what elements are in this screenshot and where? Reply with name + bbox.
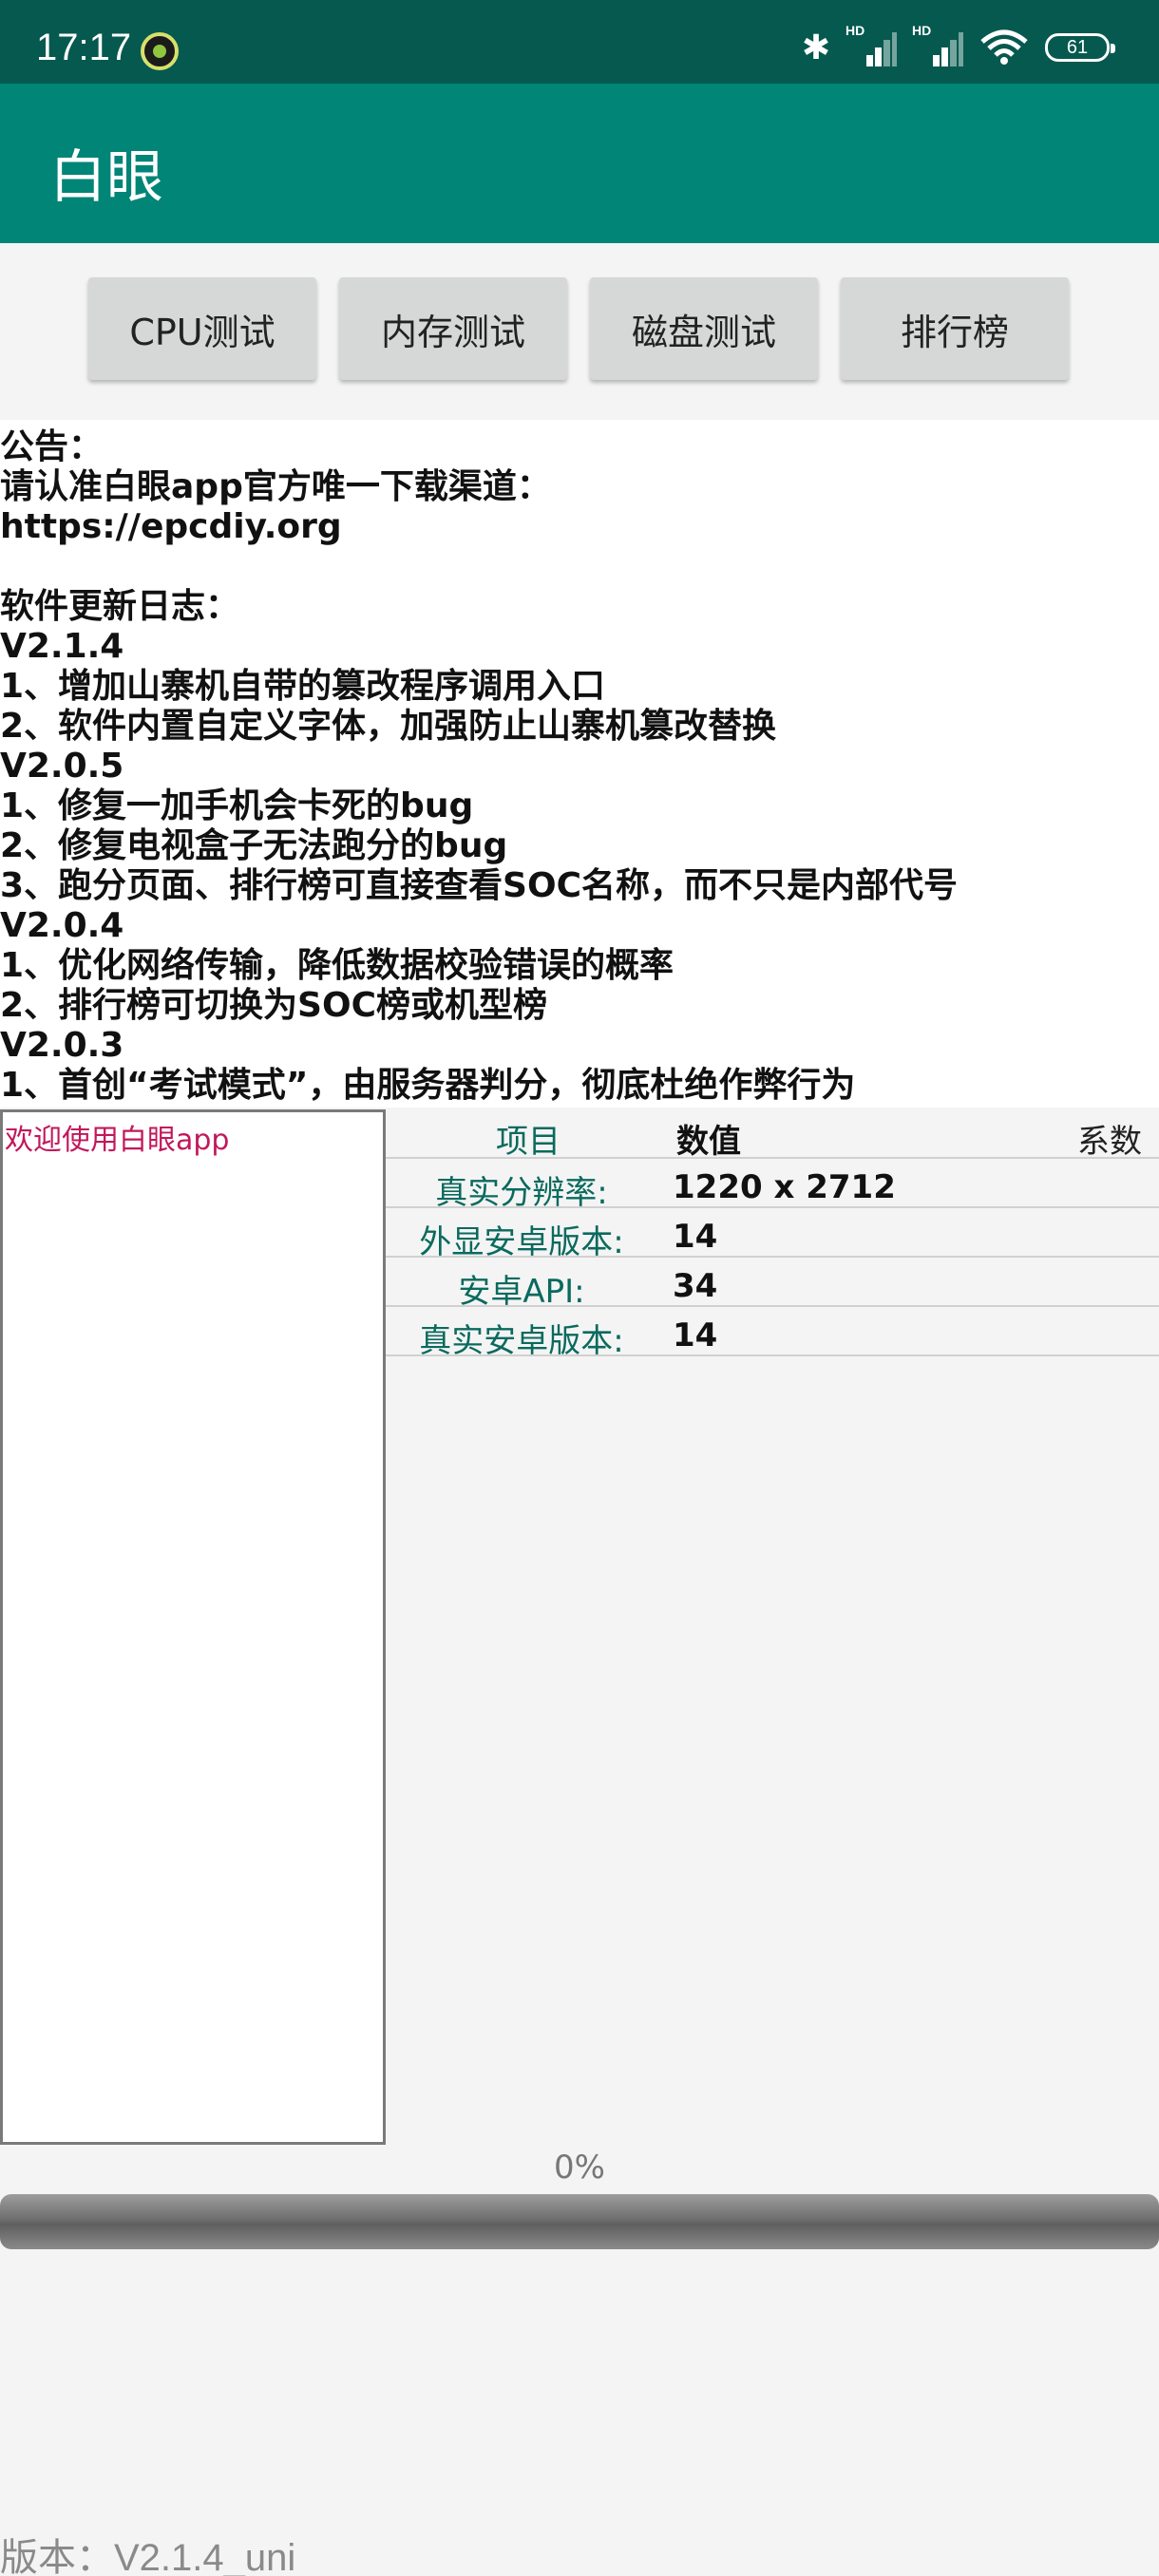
status-time: 17:17 [36, 27, 132, 68]
notice-line: 1、首创“考试模式”，由服务器判分，彻底杜绝作弊行为 [0, 1066, 856, 1105]
announcement-panel: 公告： 请认准白眼app官方唯一下载渠道： https://epcdiy.org… [0, 420, 1159, 1108]
battery-icon: 61 [1045, 33, 1115, 62]
signal-hd-icon: HD [912, 23, 963, 66]
notice-line: 2、修复电视盒子无法跑分的bug [0, 826, 508, 865]
app-bar: 白眼 [0, 84, 1159, 243]
cpu-test-button[interactable]: CPU测试 [88, 277, 316, 380]
notice-link[interactable]: https://epcdiy.org [0, 507, 1159, 547]
signal-hd-icon: HD [846, 23, 897, 66]
row-value: 14 [673, 1316, 718, 1354]
version-label: 版本：V2.1.4_uni [0, 2537, 296, 2576]
bluetooth-icon: ✱ [801, 28, 830, 67]
row-key: 真实安卓版本: [419, 1322, 624, 1360]
status-bar: 17:17 ✱ HD HD 61 [0, 0, 1159, 84]
notification-app-icon [141, 32, 179, 70]
header-item: 项目 [496, 1123, 560, 1161]
notice-line: V2.1.4 [0, 627, 124, 666]
notice-line: 2、排行榜可切换为SOC榜或机型榜 [0, 986, 548, 1025]
progress-label: 0% [554, 2149, 605, 2187]
log-output-box[interactable]: 欢迎使用白眼app [0, 1109, 386, 2145]
memory-test-button[interactable]: 内存测试 [339, 277, 567, 380]
header-coef: 系数 [1077, 1123, 1142, 1161]
notice-line: 3、跑分页面、排行榜可直接查看SOC名称，而不只是内部代号 [0, 866, 959, 905]
status-icons: ✱ HD HD 61 [801, 23, 1115, 67]
header-value: 数值 [676, 1123, 741, 1161]
device-info-table: 项目 数值 系数 真实分辨率: 1220 x 2712 外显安卓版本: 14 安… [386, 1109, 1159, 1360]
button-row: CPU测试 内存测试 磁盘测试 排行榜 [0, 243, 1159, 420]
app-title: 白眼 [49, 144, 163, 211]
notice-line: 请认准白眼app官方唯一下载渠道： [0, 467, 551, 506]
table-row: 真实分辨率: 1220 x 2712 [386, 1159, 1159, 1212]
notice-line: 1、修复一加手机会卡死的bug [0, 786, 474, 825]
row-key: 外显安卓版本: [419, 1223, 624, 1261]
row-key: 真实分辨率: [435, 1174, 608, 1212]
row-value: 14 [673, 1218, 718, 1256]
row-value: 34 [673, 1267, 718, 1305]
wifi-icon [980, 29, 1028, 65]
table-row: 外显安卓版本: 14 [386, 1208, 1159, 1261]
notice-line [0, 547, 1159, 587]
log-message: 欢迎使用白眼app [5, 1124, 230, 1157]
battery-level: 61 [1066, 36, 1089, 58]
notice-line: 1、优化网络传输，降低数据校验错误的概率 [0, 946, 674, 985]
notice-line: V2.0.5 [0, 747, 124, 786]
notice-line: 公告： [0, 427, 104, 466]
ranking-button[interactable]: 排行榜 [841, 277, 1069, 380]
disk-test-button[interactable]: 磁盘测试 [590, 277, 818, 380]
notice-line: 软件更新日志： [0, 587, 240, 626]
notice-line: 1、增加山寨机自带的篡改程序调用入口 [0, 667, 606, 706]
row-value: 1220 x 2712 [673, 1168, 896, 1206]
notice-line: 2、软件内置自定义字体，加强防止山寨机篡改替换 [0, 707, 777, 746]
table-row: 真实安卓版本: 14 [386, 1307, 1159, 1360]
row-key: 安卓API: [458, 1273, 585, 1311]
table-row: 安卓API: 34 [386, 1258, 1159, 1311]
table-header: 项目 数值 系数 [386, 1109, 1159, 1161]
progress-bar [0, 2194, 1159, 2249]
notice-line: V2.0.3 [0, 1026, 124, 1065]
notice-line: V2.0.4 [0, 906, 124, 945]
